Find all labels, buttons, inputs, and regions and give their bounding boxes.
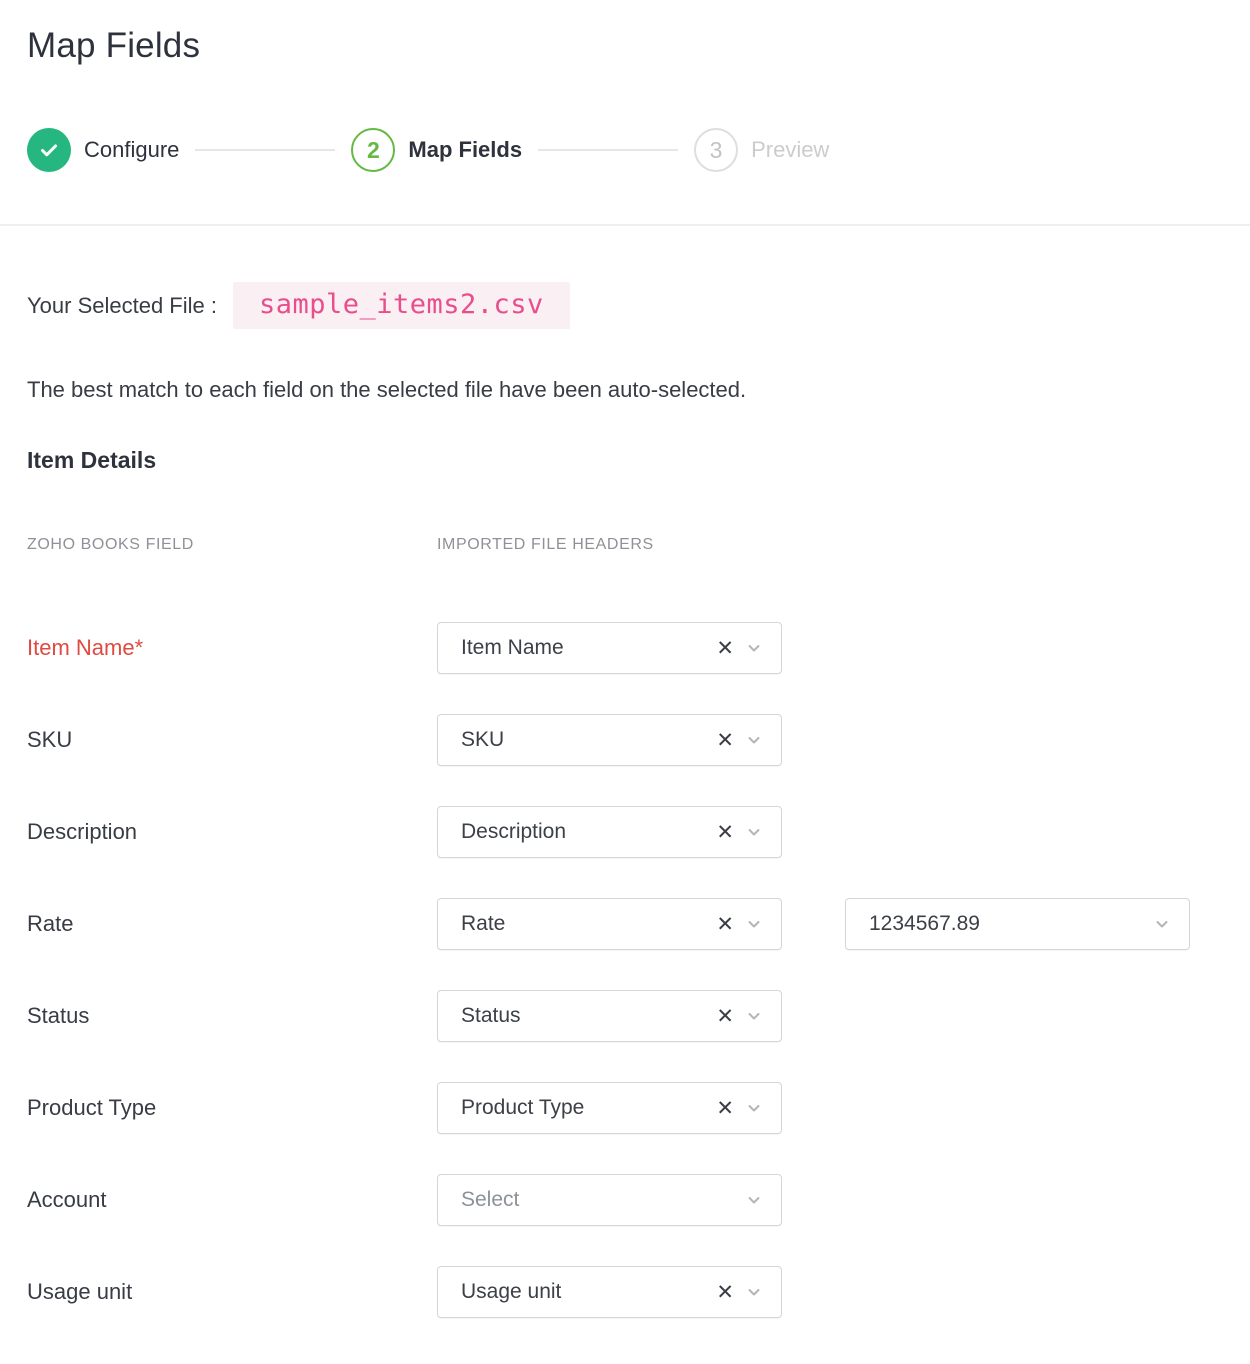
step-preview: 3 Preview [694, 128, 829, 172]
map-row-status: Status Status ✕ [27, 990, 1223, 1042]
field-label-status: Status [27, 1003, 437, 1029]
clear-icon[interactable]: ✕ [716, 822, 734, 843]
header-select-account[interactable]: Select [437, 1174, 782, 1226]
chevron-down-icon[interactable] [745, 823, 763, 841]
page-title: Map Fields [27, 26, 1223, 66]
chevron-down-icon[interactable] [1153, 915, 1171, 933]
header-select-product-type[interactable]: Product Type ✕ [437, 1082, 782, 1134]
field-label-description: Description [27, 819, 437, 845]
field-label-account: Account [27, 1187, 437, 1213]
section-heading: Item Details [27, 447, 1223, 474]
selected-header-value: Product Type [461, 1096, 716, 1120]
chevron-down-icon[interactable] [745, 915, 763, 933]
selected-header-value: SKU [461, 728, 716, 752]
map-row-item-name: Item Name* Item Name ✕ [27, 622, 1223, 674]
step-map-fields-label: Map Fields [408, 137, 522, 163]
step-map-fields[interactable]: 2 Map Fields [351, 128, 522, 172]
chevron-down-icon[interactable] [745, 1191, 763, 1209]
field-label-sku: SKU [27, 727, 437, 753]
clear-icon[interactable]: ✕ [716, 1006, 734, 1027]
step-2-number: 2 [351, 128, 395, 172]
selected-header-value: Rate [461, 912, 716, 936]
column-header-imported-headers: IMPORTED FILE HEADERS [437, 536, 654, 554]
column-header-zoho-field: ZOHO BOOKS FIELD [27, 536, 437, 554]
header-select-description[interactable]: Description ✕ [437, 806, 782, 858]
select-placeholder: Select [461, 1188, 745, 1212]
section-divider [0, 224, 1250, 226]
check-icon [27, 128, 71, 172]
chevron-down-icon[interactable] [745, 639, 763, 657]
stepper-connector [195, 149, 335, 151]
chevron-down-icon[interactable] [745, 1099, 763, 1117]
map-row-sku: SKU SKU ✕ [27, 714, 1223, 766]
clear-icon[interactable]: ✕ [716, 638, 734, 659]
header-select-status[interactable]: Status ✕ [437, 990, 782, 1042]
selected-header-value: Usage unit [461, 1280, 716, 1304]
header-select-sku[interactable]: SKU ✕ [437, 714, 782, 766]
header-select-item-name[interactable]: Item Name ✕ [437, 622, 782, 674]
field-label-usage-unit: Usage unit [27, 1279, 437, 1305]
chevron-down-icon[interactable] [745, 1007, 763, 1025]
step-configure[interactable]: Configure [27, 128, 179, 172]
header-select-usage-unit[interactable]: Usage unit ✕ [437, 1266, 782, 1318]
clear-icon[interactable]: ✕ [716, 1282, 734, 1303]
map-row-rate: Rate Rate ✕ 1234567.89 [27, 898, 1223, 950]
stepper-connector [538, 149, 678, 151]
rate-format-value: 1234567.89 [869, 912, 1153, 936]
map-row-description: Description Description ✕ [27, 806, 1223, 858]
field-label-rate: Rate [27, 911, 437, 937]
selected-file-name: sample_items2.csv [233, 282, 570, 329]
clear-icon[interactable]: ✕ [716, 1098, 734, 1119]
clear-icon[interactable]: ✕ [716, 914, 734, 935]
selected-file-label: Your Selected File : [27, 293, 217, 319]
step-3-number: 3 [694, 128, 738, 172]
step-configure-label: Configure [84, 137, 179, 163]
map-row-account: Account Select [27, 1174, 1223, 1226]
field-label-product-type: Product Type [27, 1095, 437, 1121]
field-label-item-name: Item Name* [27, 635, 437, 661]
rate-format-select[interactable]: 1234567.89 [845, 898, 1190, 950]
chevron-down-icon[interactable] [745, 731, 763, 749]
selected-header-value: Description [461, 820, 716, 844]
selected-header-value: Item Name [461, 636, 716, 660]
map-row-usage-unit: Usage unit Usage unit ✕ [27, 1266, 1223, 1318]
map-row-product-type: Product Type Product Type ✕ [27, 1082, 1223, 1134]
selected-header-value: Status [461, 1004, 716, 1028]
import-stepper: Configure 2 Map Fields 3 Preview [27, 128, 1223, 172]
header-select-rate[interactable]: Rate ✕ [437, 898, 782, 950]
auto-select-note: The best match to each field on the sele… [27, 377, 1223, 403]
chevron-down-icon[interactable] [745, 1283, 763, 1301]
step-preview-label: Preview [751, 137, 829, 163]
clear-icon[interactable]: ✕ [716, 730, 734, 751]
